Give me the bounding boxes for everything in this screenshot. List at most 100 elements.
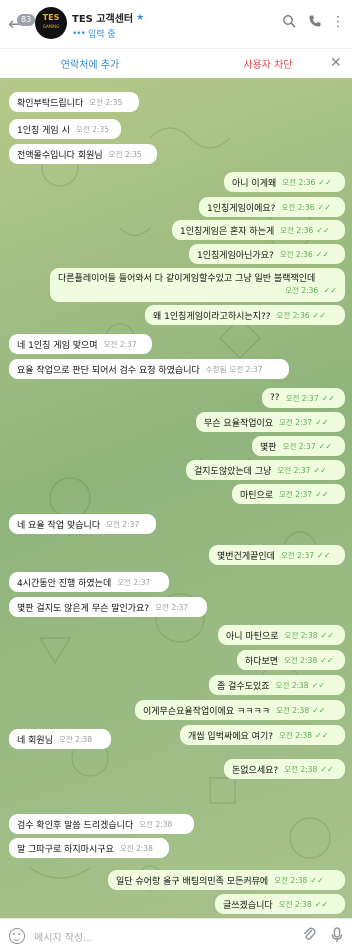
message-bubble[interactable]: 개씹 입벅싸에요 여기? 오전 2:38 ✓✓: [180, 725, 345, 745]
message-bubble[interactable]: 일단 슈어랑 올구 배팅의민족 모든커뮤에 오전 2:38 ✓✓: [108, 870, 345, 890]
message-text: 좀 걸수도있죠: [217, 681, 270, 692]
message-bubble[interactable]: 무슨 요율작업이요 오전 2:37 ✓✓: [196, 412, 345, 432]
message-time: 오전 2:37: [285, 393, 319, 403]
read-check-icon: ✓✓: [318, 441, 332, 451]
message-text: 확인부탁드립니다: [17, 98, 84, 109]
read-check-icon: ✓✓: [316, 225, 330, 235]
chat-area[interactable]: 확인부탁드립니다 오전 2:35 1인칭 게임 시 오전 2:35 전액몰수입니…: [0, 78, 352, 918]
message-time: 오전 2:35: [108, 149, 142, 159]
message-bubble[interactable]: 요율 작업으로 판단 되어서 검수 요청 하였습니다 수정됨 오전 2:37: [9, 359, 289, 379]
message-input[interactable]: 메시지 작성...: [34, 929, 93, 944]
message-time: 오전 2:38: [284, 630, 318, 640]
message-bubble[interactable]: 네 요율 작업 맞습니다 오전 2:37: [9, 514, 156, 534]
message-text: 1인칭게임은 혼자 하는게: [180, 226, 275, 237]
message-time: 오전 2:37: [155, 602, 189, 612]
message-time: 오전 2:38: [139, 819, 173, 829]
more-vertical-icon[interactable]: ⋮: [331, 14, 345, 30]
read-check-icon: ✓✓: [323, 286, 337, 295]
message-bubble[interactable]: 1인칭게임아닌가요? 오전 2:36 ✓✓: [189, 244, 345, 264]
status-text: 입력 중: [87, 30, 116, 40]
message-bubble[interactable]: 이게무슨요율작업이에요 ㅋㅋㅋㅋ 오전 2:38 ✓✓: [135, 700, 345, 720]
message-time: 오전 2:38: [278, 899, 312, 909]
message-bubble[interactable]: 1인칭 게임 시 오전 2:35: [9, 119, 121, 139]
message-bubble[interactable]: 아니 이게왜 오전 2:36 ✓✓: [224, 172, 345, 192]
message-bubble[interactable]: 1인칭게임은 혼자 하는게 오전 2:36 ✓✓: [172, 220, 345, 240]
message-bubble[interactable]: 확인부탁드립니다 오전 2:35: [9, 92, 139, 112]
avatar[interactable]: TES GAMING: [35, 7, 67, 39]
message-time: 오전 2:36: [276, 310, 310, 320]
back-button[interactable]: ← 83: [8, 10, 36, 36]
message-bubble[interactable]: 몇번건게끝인데 오전 2:37 ✓✓: [209, 545, 345, 565]
read-check-icon: ✓✓: [313, 465, 327, 475]
unread-badge: 83: [17, 14, 36, 26]
message-text: 무슨 요율작업이요: [204, 418, 274, 429]
message-text: 돈없으세요?: [232, 765, 279, 776]
message-bubble[interactable]: 다른플레이어들 들어와서 다 같이게임할수있고 그냥 일반 블랙잭인데 오전 2…: [50, 268, 345, 302]
message-time: 오전 2:37: [106, 519, 140, 529]
microphone-icon[interactable]: [331, 927, 343, 947]
read-check-icon: ✓✓: [320, 764, 334, 774]
read-check-icon: ✓✓: [312, 310, 326, 320]
message-text: 마틴으로: [240, 490, 274, 501]
message-bubble[interactable]: 왜 1인칭게임이라고하시는지?? 오전 2:36 ✓✓: [145, 305, 345, 325]
message-bubble[interactable]: 말 그따구로 하지마시구요 오전 2:38: [9, 838, 169, 858]
message-bubble[interactable]: 네 회원님 오전 2:38: [9, 729, 111, 749]
message-time: 오전 2:37: [279, 489, 313, 499]
message-text: 다른플레이어들 들어와서 다 같이게임할수있고 그냥 일반 블랙잭인데: [58, 274, 316, 284]
read-check-icon: ✓✓: [310, 875, 324, 885]
message-bubble[interactable]: 글쓰겠습니다 오전 2:38 ✓✓: [215, 894, 345, 914]
message-text: 말 그따구로 하지마시구요: [17, 844, 114, 855]
message-bubble[interactable]: 걸지도않았는데 그냥 오전 2:37 ✓✓: [186, 460, 345, 480]
chat-title-row[interactable]: TES 고객센터 ★: [72, 10, 144, 26]
message-meta: 오전 2:36 ✓✓: [58, 285, 337, 297]
phone-icon[interactable]: [308, 14, 322, 32]
message-bubble[interactable]: 1인칭게임이에요? 오전 2:36 ✓✓: [199, 197, 345, 217]
message-text: 네 회원님: [17, 735, 53, 746]
emoji-icon[interactable]: [9, 928, 25, 944]
read-check-icon: ✓✓: [318, 177, 332, 187]
message-bubble[interactable]: ?? 오전 2:37 ✓✓: [262, 388, 345, 408]
add-contact-button[interactable]: 연락처에 추가: [40, 56, 140, 71]
block-user-button[interactable]: 사용자 차단: [218, 56, 318, 71]
message-time: 오전 2:38: [276, 705, 310, 715]
message-bubble[interactable]: 몇판 오전 2:37 ✓✓: [252, 436, 345, 456]
message-bubble[interactable]: 하다보면 오전 2:38 ✓✓: [237, 650, 345, 670]
message-text: 글쓰겠습니다: [223, 900, 273, 911]
message-time: 오전 2:36: [285, 286, 319, 295]
message-text: 1인칭 게임 시: [17, 125, 70, 136]
message-time: 오전 2:38: [58, 734, 93, 744]
message-time: 오전 2:37: [117, 577, 151, 587]
close-icon[interactable]: ✕: [330, 55, 342, 71]
message-time: 오전 2:36: [279, 249, 313, 259]
message-text: 몇번건게끝인데: [217, 551, 275, 562]
message-bubble[interactable]: 좀 걸수도있죠 오전 2:38 ✓✓: [209, 675, 345, 695]
read-check-icon: ✓✓: [314, 899, 329, 909]
message-bubble[interactable]: 전액몰수입니다 회원님 오전 2:35: [9, 144, 157, 164]
chat-header: ← 83 TES GAMING TES 고객센터 ★ ••• 입력 중 ⋮: [0, 0, 352, 48]
read-check-icon: ✓✓: [321, 393, 335, 403]
message-bubble[interactable]: 검수 확인후 말씀 드리겠습니다 오전 2:38: [9, 814, 194, 834]
message-bubble[interactable]: 마틴으로 오전 2:37 ✓✓: [232, 484, 345, 504]
paperclip-icon[interactable]: [302, 926, 316, 946]
message-bubble[interactable]: 네 1인칭 게임 맞으며 오전 2:37: [9, 334, 152, 354]
message-text: 1인칭게임아닌가요?: [197, 250, 274, 261]
message-text: 왜 1인칭게임이라고하시는지??: [153, 311, 271, 322]
message-text: 아니 이게왜: [232, 178, 277, 189]
message-text: 하다보면: [245, 656, 279, 667]
message-time: 오전 2:38: [275, 680, 309, 690]
message-text: 네 요율 작업 맞습니다: [17, 520, 101, 531]
search-icon[interactable]: [282, 14, 296, 32]
message-text: 네 1인칭 게임 맞으며: [17, 340, 98, 351]
message-text: 몇판 걸지도 않은게 무슨 말인가요?: [17, 603, 150, 614]
message-time: 오전 2:36: [280, 225, 314, 235]
message-time: 오전 2:38: [274, 875, 308, 885]
message-bubble[interactable]: 몇판 걸지도 않은게 무슨 말인가요? 오전 2:37: [9, 597, 207, 617]
message-bubble[interactable]: 돈없으세요? 오전 2:38 ✓✓: [224, 759, 345, 779]
read-check-icon: ✓✓: [320, 655, 334, 665]
message-text: 전액몰수입니다 회원님: [17, 150, 103, 161]
read-check-icon: ✓✓: [315, 489, 329, 499]
message-bubble[interactable]: 4시간동안 진행 하였는데 오전 2:37: [9, 572, 169, 592]
read-check-icon: ✓✓: [320, 630, 334, 640]
message-bubble[interactable]: 아니 마틴으로 오전 2:38 ✓✓: [218, 625, 345, 645]
message-text: 몇판: [260, 442, 277, 453]
